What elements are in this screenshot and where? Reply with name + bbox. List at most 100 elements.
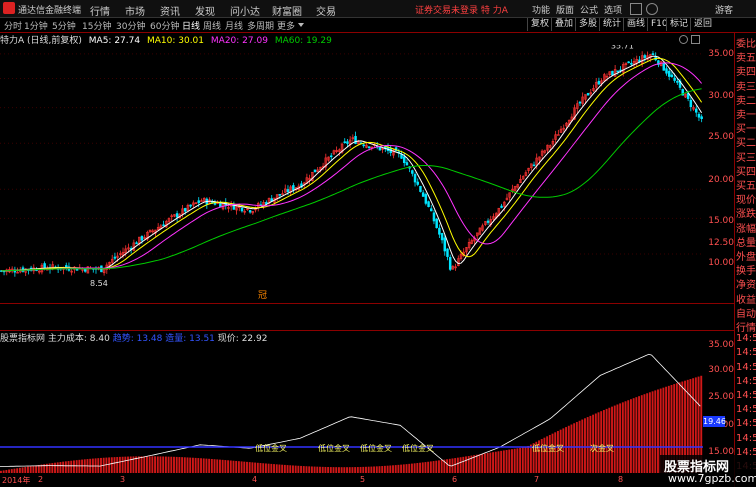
menu-gongneng[interactable]: 功能 <box>532 3 550 16</box>
cost-bar <box>151 456 154 473</box>
menu-hangqing[interactable]: 行情 <box>90 3 110 18</box>
price-tick: 10.00 <box>708 258 734 268</box>
candle <box>576 100 579 113</box>
cost-bar <box>527 445 530 473</box>
candle <box>316 166 319 173</box>
cost-bar <box>608 407 611 473</box>
cost-bar <box>435 460 438 473</box>
draw-line-button[interactable]: 画线 <box>623 18 648 31</box>
cost-bar <box>154 456 157 473</box>
cost-bar <box>635 397 638 473</box>
indicator-chart[interactable]: 低位金叉 低位金叉 低位金叉 低位金叉 低位金叉 次金叉 <box>0 345 703 473</box>
candle <box>586 92 590 96</box>
expand-icon[interactable] <box>691 35 700 44</box>
clock-icon[interactable] <box>646 3 658 15</box>
screen-icon[interactable] <box>630 3 642 15</box>
event-marker[interactable]: 冠 <box>258 290 267 300</box>
tab-5min[interactable]: 5分钟 <box>52 19 76 32</box>
candle <box>311 171 314 182</box>
menu-caifuquan[interactable]: 财富圈 <box>272 3 302 18</box>
cost-bar <box>273 464 275 473</box>
cost-bar <box>329 467 332 473</box>
cost-bar <box>324 466 327 473</box>
candle <box>527 167 530 174</box>
user-guest[interactable]: 游客 <box>715 3 733 16</box>
menu-faxian[interactable]: 发现 <box>195 3 215 18</box>
menu-banmian[interactable]: 版面 <box>556 3 574 16</box>
tab-60min[interactable]: 60分钟 <box>150 19 179 32</box>
tab-more[interactable]: 更多 <box>277 19 295 32</box>
menu-jiaoyi[interactable]: 交易 <box>316 3 336 18</box>
tab-fenshi[interactable]: 分时 <box>4 19 22 32</box>
cost-bar <box>78 459 81 473</box>
overlay-button[interactable]: 叠加 <box>551 18 576 31</box>
chevron-down-icon[interactable] <box>298 23 304 27</box>
candle <box>5 268 9 276</box>
multi-stock-button[interactable]: 多股 <box>575 18 600 31</box>
tab-1min[interactable]: 1分钟 <box>24 19 48 32</box>
cost-bar <box>413 463 416 473</box>
candle <box>327 156 330 162</box>
candle <box>256 201 260 212</box>
menu-shichang[interactable]: 市场 <box>125 3 145 18</box>
candlestick-chart[interactable]: 35.71 8.54 冠 <box>0 45 703 300</box>
statistics-button[interactable]: 统计 <box>599 18 624 31</box>
candle <box>192 200 195 208</box>
tab-weekly[interactable]: 周线 <box>203 19 221 32</box>
sidebar-item: 卖三 <box>736 81 756 93</box>
candle <box>73 266 76 274</box>
cost-bar <box>67 461 70 473</box>
sidebar-item: 14:50 <box>736 404 756 416</box>
sidebar-item: 14:50 <box>736 418 756 430</box>
tab-multi-period[interactable]: 多周期 <box>247 19 274 32</box>
candle <box>200 198 203 202</box>
menu-zixun[interactable]: 资讯 <box>160 3 180 18</box>
menu-xuanxiang[interactable]: 选项 <box>604 3 622 16</box>
cost-bar <box>10 469 13 473</box>
sidebar-item: 自动 <box>736 308 756 320</box>
back-button[interactable]: 返回 <box>690 18 715 31</box>
menu-wenxiaoda[interactable]: 问小达 <box>230 3 260 18</box>
candle <box>632 57 636 68</box>
cost-bar <box>213 459 216 473</box>
cost-bar <box>0 470 2 473</box>
candle <box>457 255 460 267</box>
time-tick: 2 <box>38 475 44 484</box>
candle <box>329 153 333 160</box>
cost-bar <box>170 456 173 473</box>
cost-bar <box>584 418 586 473</box>
cost-bar <box>164 456 167 473</box>
sidebar-item: 买二 <box>736 138 756 150</box>
fuquan-button[interactable]: 复权 <box>527 18 552 31</box>
candle <box>146 230 149 242</box>
cost-bar <box>270 463 273 473</box>
menu-gongshi[interactable]: 公式 <box>580 3 598 16</box>
time-tick: 4 <box>252 475 258 484</box>
candle <box>697 111 701 122</box>
tab-monthly[interactable]: 月线 <box>225 19 243 32</box>
cost-bar <box>275 464 278 473</box>
cost-bar <box>183 457 186 473</box>
title-bar: 通达信金融终端 行情 市场 资讯 发现 问小达 财富圈 交易 证券交易未登录 特… <box>0 0 756 18</box>
sidebar-item: 委比 <box>736 39 756 50</box>
settings-icon[interactable] <box>679 35 688 44</box>
tab-15min[interactable]: 15分钟 <box>82 19 111 32</box>
tab-daily[interactable]: 日线 <box>182 19 200 32</box>
indicator-tick: 25.00 <box>708 392 734 402</box>
tab-30min[interactable]: 30分钟 <box>116 19 145 32</box>
candle <box>627 61 630 64</box>
cost-bar <box>202 458 205 473</box>
indicator-name[interactable]: 股票指标网 <box>0 334 45 344</box>
cost-bar <box>570 424 573 473</box>
mark-button[interactable]: 标记 <box>666 18 691 31</box>
cost-bar <box>316 466 319 473</box>
cost-bar <box>378 466 381 473</box>
candle <box>635 55 639 67</box>
price-value: 现价: 22.92 <box>217 334 268 344</box>
candle <box>343 138 346 144</box>
cost-bar <box>8 469 11 473</box>
panel-divider <box>0 303 734 304</box>
cost-bar <box>359 466 362 473</box>
time-tick: 5 <box>360 475 366 484</box>
cost-value: 主力成本: 8.40 <box>47 334 110 344</box>
